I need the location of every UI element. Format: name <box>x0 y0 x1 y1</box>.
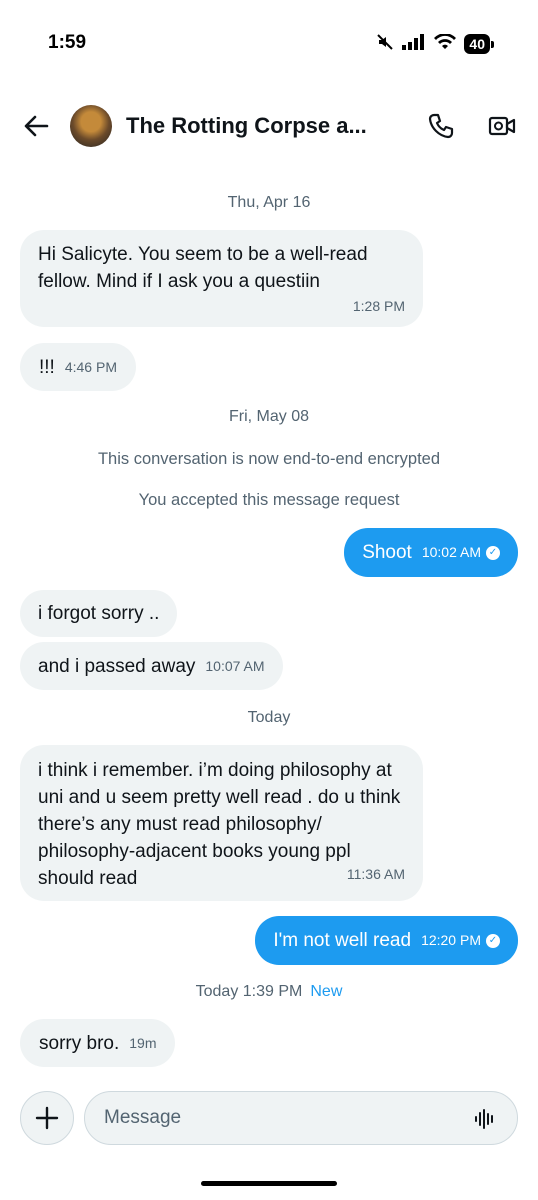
message-time: 10:07 AM <box>205 657 265 674</box>
message-time: 12:20 PM <box>421 932 481 948</box>
new-messages-separator: Today 1:39 PM New <box>0 983 538 1001</box>
composer <box>0 1090 538 1146</box>
status-icons: 40 <box>376 32 494 56</box>
message-time: 1:28 PM <box>352 298 405 314</box>
voice-message-button[interactable] <box>470 1104 500 1134</box>
new-badge: New <box>310 983 343 1000</box>
message-received[interactable]: Hi Salicyte. You seem to be a well-read … <box>20 230 423 327</box>
message-time: 19m <box>129 1034 157 1051</box>
message-text: I'm not well read <box>273 930 412 951</box>
message-text: !!! <box>39 356 55 378</box>
chat-title[interactable]: The Rotting Corpse a... <box>126 113 376 139</box>
message-text: and i passed away <box>38 655 196 677</box>
date-separator: Thu, Apr 16 <box>227 194 311 211</box>
mute-icon <box>376 33 394 56</box>
status-time: 1:59 <box>48 32 87 53</box>
avatar[interactable] <box>70 105 112 147</box>
back-button[interactable] <box>18 108 54 144</box>
add-attachment-button[interactable] <box>20 1091 74 1145</box>
message-received[interactable]: and i passed away 10:07 AM <box>20 642 283 690</box>
message-sent[interactable]: Shoot 10:02 AM ✓ <box>344 528 518 577</box>
chat-header: The Rotting Corpse a... <box>0 96 538 156</box>
date-separator: Today <box>247 709 291 726</box>
encryption-note: This conversation is now end-to-end encr… <box>97 450 441 468</box>
phone-icon <box>428 113 454 139</box>
voice-waveform-icon <box>475 1109 493 1129</box>
message-text: i forgot sorry .. <box>38 603 160 624</box>
message-text: Shoot <box>362 542 412 563</box>
signal-icon <box>402 33 426 55</box>
message-received[interactable]: !!! 4:46 PM <box>20 343 136 391</box>
call-button[interactable] <box>423 108 459 144</box>
message-received[interactable]: i forgot sorry .. <box>20 590 178 637</box>
message-text: Hi Salicyte. You seem to be a well-read … <box>38 244 368 292</box>
date-separator: Fri, May 08 <box>228 408 309 425</box>
arrow-left-icon <box>24 115 49 137</box>
message-text: sorry bro. <box>39 1032 120 1054</box>
message-received[interactable]: i think i remember. i’m doing philosophy… <box>20 745 423 901</box>
message-time: 10:02 AM <box>421 544 481 560</box>
status-bar: 1:59 40 <box>0 0 538 86</box>
separator-time: Today 1:39 PM <box>195 983 303 1000</box>
home-indicator[interactable] <box>201 1181 337 1186</box>
check-circle-icon: ✓ <box>486 933 500 948</box>
message-input[interactable] <box>84 1091 518 1145</box>
message-sent[interactable]: I'm not well read 12:20 PM ✓ <box>255 916 518 965</box>
message-time: 4:46 PM <box>64 358 117 375</box>
check-circle-icon: ✓ <box>486 545 500 560</box>
message-received[interactable]: sorry bro. 19m <box>20 1019 176 1067</box>
video-camera-icon <box>488 116 516 136</box>
request-accepted-note: You accepted this message request <box>138 491 400 509</box>
wifi-icon <box>434 32 457 55</box>
battery-icon: 40 <box>464 34 494 54</box>
plus-icon <box>35 1106 59 1130</box>
message-time: 11:36 AM <box>346 866 405 882</box>
video-call-button[interactable] <box>484 108 520 144</box>
